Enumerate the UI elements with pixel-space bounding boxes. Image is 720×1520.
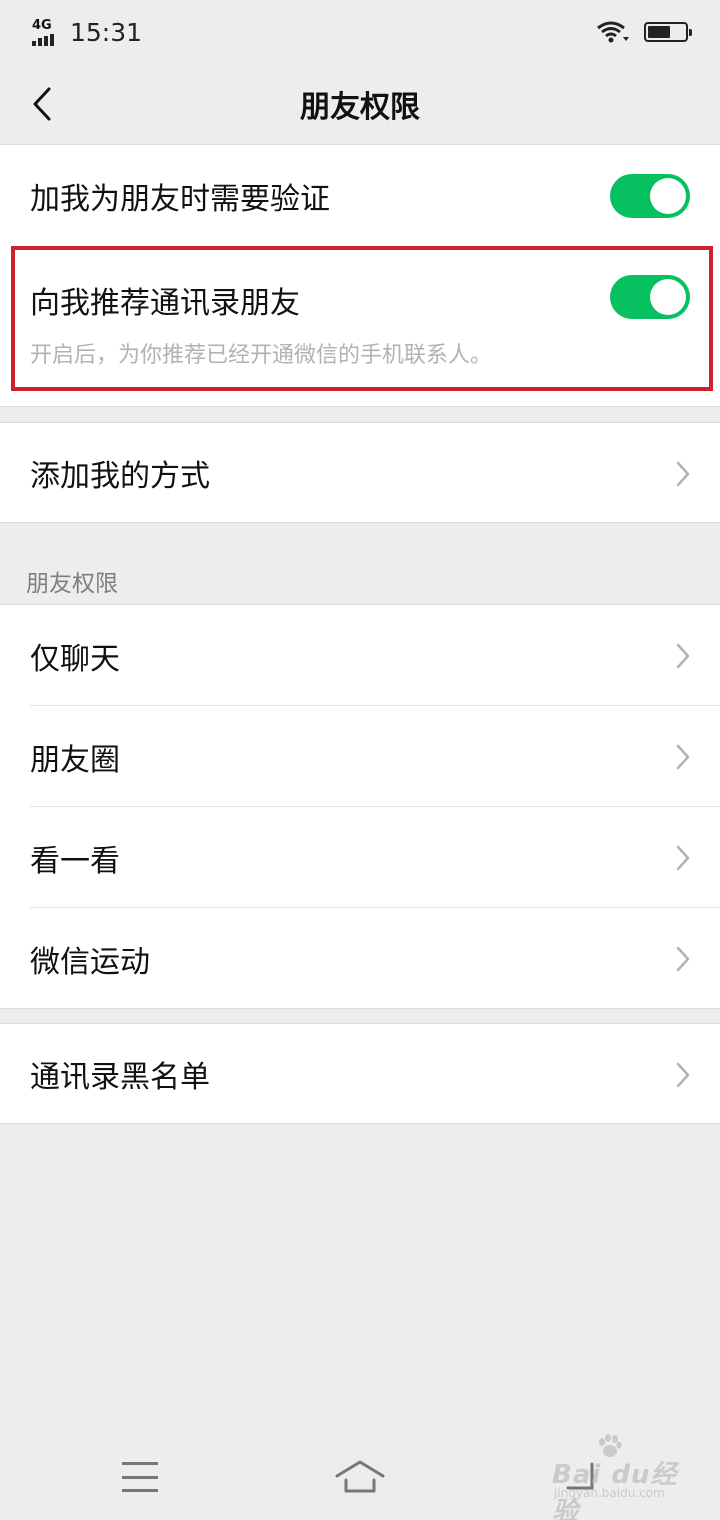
permission-item-top-stories[interactable]: 看一看 [0, 807, 720, 908]
blacklist-label: 通讯录黑名单 [30, 1060, 210, 1095]
verify-toggle[interactable] [610, 174, 690, 218]
status-time: 15:31 [70, 17, 143, 47]
watermark-url: jingyan.baidu.com [554, 1486, 665, 1500]
verify-label: 加我为朋友时需要验证 [30, 182, 330, 217]
battery-level [648, 26, 670, 38]
recommend-toggle[interactable] [610, 275, 690, 319]
toggle-knob [650, 178, 686, 214]
blacklist-group: 通讯录黑名单 [0, 1023, 720, 1124]
status-bar: 4G 15:31 [0, 0, 720, 64]
chevron-right-icon [676, 643, 690, 669]
toggle-knob [650, 279, 686, 315]
add-me-group: 添加我的方式 [0, 422, 720, 523]
navigation-bar: 朋友权限 [0, 64, 720, 144]
permission-label: 朋友圈 [30, 742, 120, 778]
back-button[interactable] [18, 80, 66, 128]
recommend-row [0, 247, 720, 407]
chevron-right-icon [676, 1062, 690, 1088]
recommend-description: 开启后，为你推荐已经开通微信的手机联系人。 [30, 343, 493, 368]
wifi-icon [597, 21, 629, 43]
status-left: 4G 15:31 [32, 18, 142, 47]
permission-label: 看一看 [30, 843, 120, 879]
permission-item-moments[interactable]: 朋友圈 [0, 706, 720, 807]
network-indicator: 4G [32, 19, 62, 46]
permission-item-chat-only[interactable]: 仅聊天 [0, 605, 720, 706]
add-me-row[interactable]: 添加我的方式 [0, 423, 720, 523]
network-label: 4G [32, 17, 52, 33]
menu-icon[interactable] [122, 1462, 158, 1492]
chevron-right-icon [676, 946, 690, 972]
recommend-label: 向我推荐通讯录朋友 [30, 286, 300, 321]
chevron-right-icon [676, 461, 690, 487]
chevron-right-icon [676, 744, 690, 770]
permissions-group: 仅聊天 朋友圈 看一看 微信运动 [0, 604, 720, 1009]
chevron-right-icon [676, 845, 690, 871]
permission-item-werun[interactable]: 微信运动 [0, 908, 720, 1009]
status-right [596, 20, 692, 44]
signal-icon [32, 33, 54, 46]
blacklist-row[interactable]: 通讯录黑名单 [0, 1024, 720, 1124]
permission-label: 微信运动 [30, 944, 150, 980]
permissions-section-title: 朋友权限 [26, 571, 118, 597]
baidu-watermark: Bai du经验 jingyan.baidu.com [552, 1434, 702, 1520]
page-title: 朋友权限 [300, 90, 420, 125]
privacy-settings-group: 加我为朋友时需要验证 向我推荐通讯录朋友 开启后，为你推荐已经开通微信的手机联系… [0, 144, 720, 407]
home-icon[interactable] [334, 1458, 386, 1498]
verify-row: 加我为朋友时需要验证 [0, 145, 720, 247]
chevron-left-icon [33, 87, 51, 121]
add-me-label: 添加我的方式 [30, 459, 210, 494]
permission-label: 仅聊天 [30, 641, 120, 677]
battery-icon [644, 22, 692, 42]
